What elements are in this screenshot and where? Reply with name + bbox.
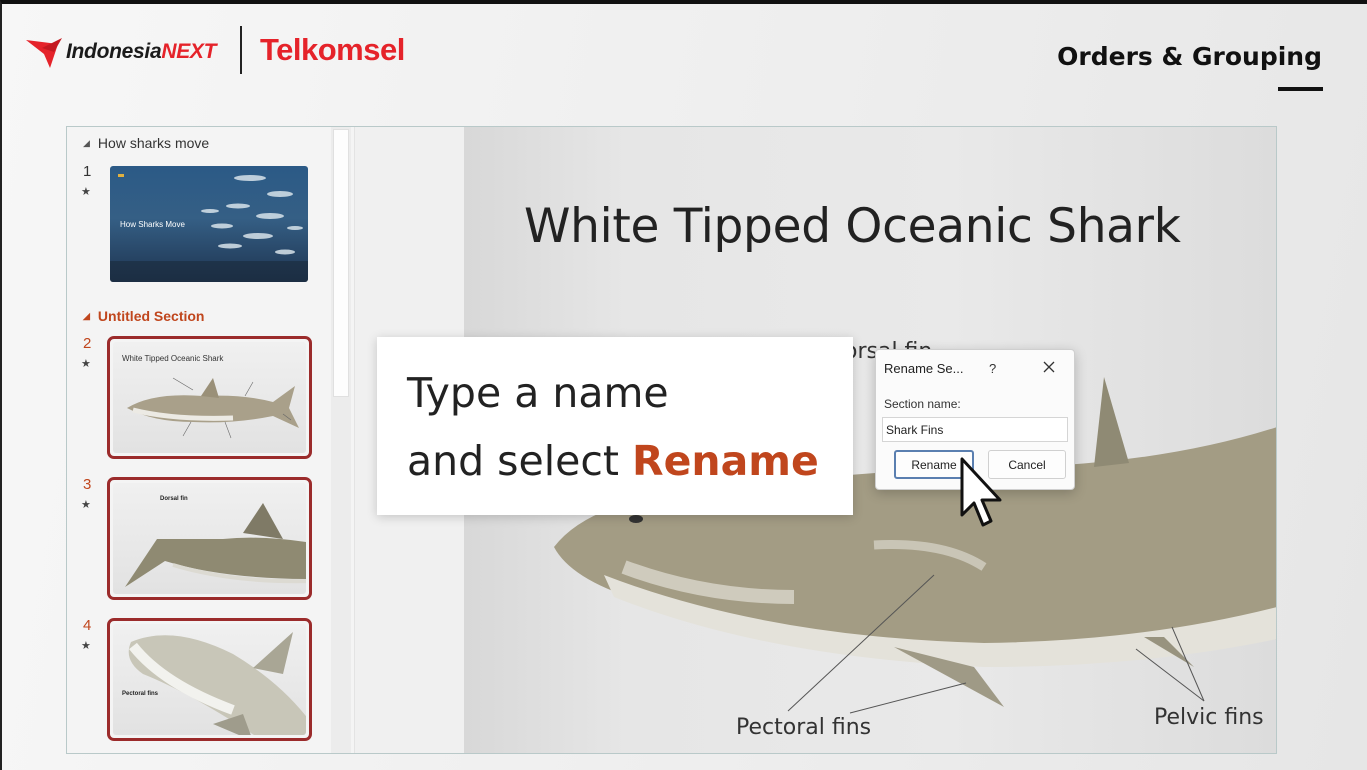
- close-icon[interactable]: [1040, 358, 1058, 376]
- telkomsel-logo: Telkomsel: [260, 32, 405, 67]
- tutorial-frame: IndonesiaNEXT Telkomsel Orders & Groupin…: [0, 0, 1367, 770]
- slide-number: 1: [83, 163, 92, 180]
- thumbnail-scrollbar-thumb[interactable]: [333, 129, 349, 397]
- slide-thumbnail-3[interactable]: Dorsal fin: [107, 477, 312, 600]
- slide-thumbnail-1[interactable]: How Sharks Move: [110, 166, 308, 282]
- section-name: How sharks move: [97, 135, 210, 151]
- section-name-label: Section name:: [884, 397, 961, 411]
- pectoral-fins-label: Pectoral fins: [736, 715, 872, 740]
- thumbnail-title: Dorsal fin: [160, 496, 188, 502]
- collapse-triangle-icon[interactable]: ◢: [83, 311, 90, 322]
- pelvic-fins-label: Pelvic fins: [1154, 705, 1264, 730]
- brand-wing-icon: [26, 38, 62, 68]
- slide-number: 3: [83, 476, 92, 493]
- slide-thumbnail-2[interactable]: White Tipped Oceanic Shark: [107, 336, 312, 459]
- brand-divider: [240, 26, 242, 74]
- section-name-input[interactable]: Shark Fins: [882, 417, 1068, 442]
- section-name: Untitled Section: [97, 308, 205, 324]
- section-header-how-sharks-move[interactable]: ◢ How sharks move: [83, 135, 209, 151]
- pectoral-fin-image: [128, 632, 306, 735]
- thumbnail-title: Pectoral fins: [122, 691, 159, 697]
- indonesia-next-logo: IndonesiaNEXT: [24, 30, 216, 74]
- star-icon: ★: [81, 186, 91, 198]
- slide-title[interactable]: White Tipped Oceanic Shark: [524, 199, 1181, 254]
- shark-diagram-image: [127, 377, 299, 439]
- mouse-pointer-icon: [960, 457, 1002, 527]
- star-icon: ★: [81, 499, 91, 511]
- callout-line-1: Type a name: [407, 369, 669, 417]
- slide-number: 4: [83, 617, 92, 634]
- star-icon: ★: [81, 640, 91, 652]
- dorsal-fin-image: [123, 503, 306, 587]
- brand-indonesia-text: IndonesiaNEXT: [66, 40, 217, 63]
- help-button[interactable]: ?: [989, 361, 996, 376]
- thumbnail-title: How Sharks Move: [120, 220, 185, 229]
- title-underline: [1278, 87, 1323, 91]
- dialog-title: Rename Se...: [884, 361, 964, 376]
- slide-thumbnail-4[interactable]: Pectoral fins: [107, 618, 312, 741]
- instruction-callout: Type a name and select Rename: [377, 337, 853, 515]
- slide-number: 2: [83, 335, 92, 352]
- slide-thumbnail-pane[interactable]: ◢ How sharks move 1 ★ How Sharks Move ◢ …: [67, 127, 355, 753]
- star-icon: ★: [81, 358, 91, 370]
- callout-accent-text: Rename: [632, 437, 819, 485]
- collapse-triangle-icon[interactable]: ◢: [83, 138, 90, 149]
- callout-text: and select: [407, 437, 633, 485]
- page-title: Orders & Grouping: [1057, 42, 1322, 71]
- section-header-untitled[interactable]: ◢ Untitled Section: [83, 308, 204, 324]
- callout-line-2: and select Rename: [407, 437, 819, 485]
